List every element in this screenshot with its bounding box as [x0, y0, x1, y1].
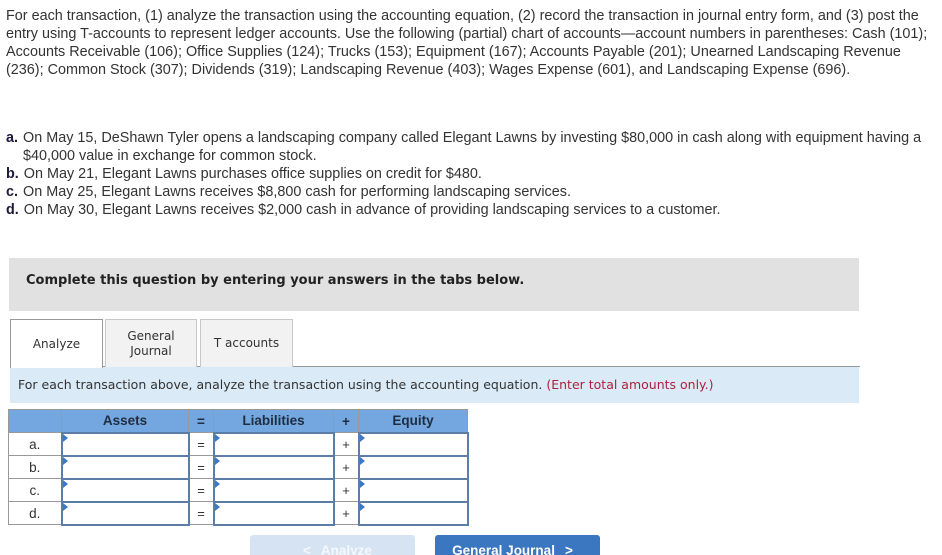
assets-input-cell[interactable]	[60, 431, 190, 457]
table-row: a. = +	[8, 431, 469, 457]
table-row: c. = +	[8, 477, 469, 503]
tab-label-line2: Journal	[130, 343, 172, 358]
transaction-text: On May 21, Elegant Lawns purchases offic…	[23, 166, 482, 182]
transaction-label: d.	[6, 202, 19, 218]
instruction-box: Complete this question by entering your …	[9, 258, 859, 311]
equity-input-c[interactable]	[359, 479, 467, 501]
equals-sign: =	[188, 455, 214, 479]
transaction-item: d. On May 30, Elegant Lawns receives $2,…	[6, 201, 942, 219]
equity-input-cell[interactable]	[357, 477, 469, 503]
equals-sign: =	[188, 432, 214, 456]
plus-sign: +	[333, 455, 359, 479]
plus-sign: +	[333, 432, 359, 456]
assets-input-cell[interactable]	[60, 477, 190, 503]
liabilities-input-cell[interactable]	[212, 454, 335, 480]
assets-input-c[interactable]	[62, 479, 188, 501]
analysis-note: (Enter total amounts only.)	[546, 377, 714, 392]
liabilities-input-cell[interactable]	[212, 500, 335, 526]
equals-sign: =	[188, 478, 214, 502]
analysis-instructions: For each transaction above, analyze the …	[10, 367, 859, 403]
transaction-text: On May 15, DeShawn Tyler opens a landsca…	[23, 130, 922, 164]
tab-label-line1: General	[127, 328, 175, 343]
analysis-text: For each transaction above, analyze the …	[18, 377, 543, 392]
tab-bar: Analyze General Journal T accounts	[10, 319, 860, 368]
row-label: a.	[8, 432, 62, 456]
equity-input-d[interactable]	[359, 502, 467, 524]
row-label: b.	[8, 455, 62, 479]
header-liabilities: Liabilities	[213, 409, 334, 433]
tab-label: T accounts	[213, 336, 280, 350]
assets-input-a[interactable]	[62, 433, 188, 455]
transaction-list: a. On May 15, DeShawn Tyler opens a land…	[6, 129, 942, 219]
table-row: d. = +	[8, 500, 469, 526]
row-label: d.	[8, 501, 62, 525]
liabilities-input-b[interactable]	[214, 456, 333, 478]
tab-label: General Journal	[127, 329, 174, 359]
plus-sign: +	[333, 478, 359, 502]
table-header-row: Assets = Liabilities + Equity	[8, 409, 468, 433]
liabilities-input-d[interactable]	[214, 502, 333, 524]
equity-input-cell[interactable]	[357, 431, 469, 457]
chevron-left-icon: <	[303, 543, 311, 555]
next-general-journal-button[interactable]: General Journal >	[435, 535, 600, 555]
prev-analyze-button[interactable]: < Analyze	[250, 535, 415, 555]
equals-sign: =	[188, 501, 214, 525]
tab-general-journal[interactable]: General Journal	[105, 319, 197, 367]
equity-input-a[interactable]	[359, 433, 467, 455]
instruction-text: Complete this question by entering your …	[26, 273, 525, 288]
chevron-right-icon: >	[564, 543, 573, 555]
problem-instructions: For each transaction, (1) analyze the tr…	[6, 8, 928, 78]
liabilities-input-c[interactable]	[214, 479, 333, 501]
header-assets: Assets	[61, 409, 189, 433]
equity-input-cell[interactable]	[357, 454, 469, 480]
liabilities-input-cell[interactable]	[212, 477, 335, 503]
transaction-label: a.	[6, 130, 19, 146]
row-label: c.	[8, 478, 62, 502]
transaction-item: b. On May 21, Elegant Lawns purchases of…	[6, 165, 942, 183]
prev-button-label: Analyze	[320, 543, 372, 555]
header-label	[8, 409, 62, 433]
plus-sign: +	[333, 501, 359, 525]
header-equals: =	[188, 409, 214, 433]
transaction-item: a. On May 15, DeShawn Tyler opens a land…	[6, 129, 942, 165]
transaction-label: b.	[6, 166, 19, 182]
assets-input-d[interactable]	[62, 502, 188, 524]
tab-label: Analyze	[32, 336, 81, 351]
next-button-label: General Journal	[452, 543, 555, 555]
transaction-text: On May 30, Elegant Lawns receives $2,000…	[23, 202, 721, 218]
liabilities-input-cell[interactable]	[212, 431, 335, 457]
equity-input-cell[interactable]	[357, 500, 469, 526]
transaction-label: c.	[6, 184, 19, 200]
tab-analyze[interactable]: Analyze	[10, 319, 103, 368]
transaction-text: On May 25, Elegant Lawns receives $8,800…	[23, 184, 571, 200]
tab-t-accounts[interactable]: T accounts	[200, 319, 293, 367]
equity-input-b[interactable]	[359, 456, 467, 478]
header-equity: Equity	[358, 409, 468, 433]
accounting-equation-table: Assets = Liabilities + Equity a. = + b. …	[8, 409, 469, 526]
assets-input-cell[interactable]	[60, 454, 190, 480]
assets-input-cell[interactable]	[60, 500, 190, 526]
liabilities-input-a[interactable]	[214, 433, 333, 455]
table-row: b. = +	[8, 454, 469, 480]
header-plus: +	[333, 409, 359, 433]
transaction-item: c. On May 25, Elegant Lawns receives $8,…	[6, 183, 942, 201]
assets-input-b[interactable]	[62, 456, 188, 478]
